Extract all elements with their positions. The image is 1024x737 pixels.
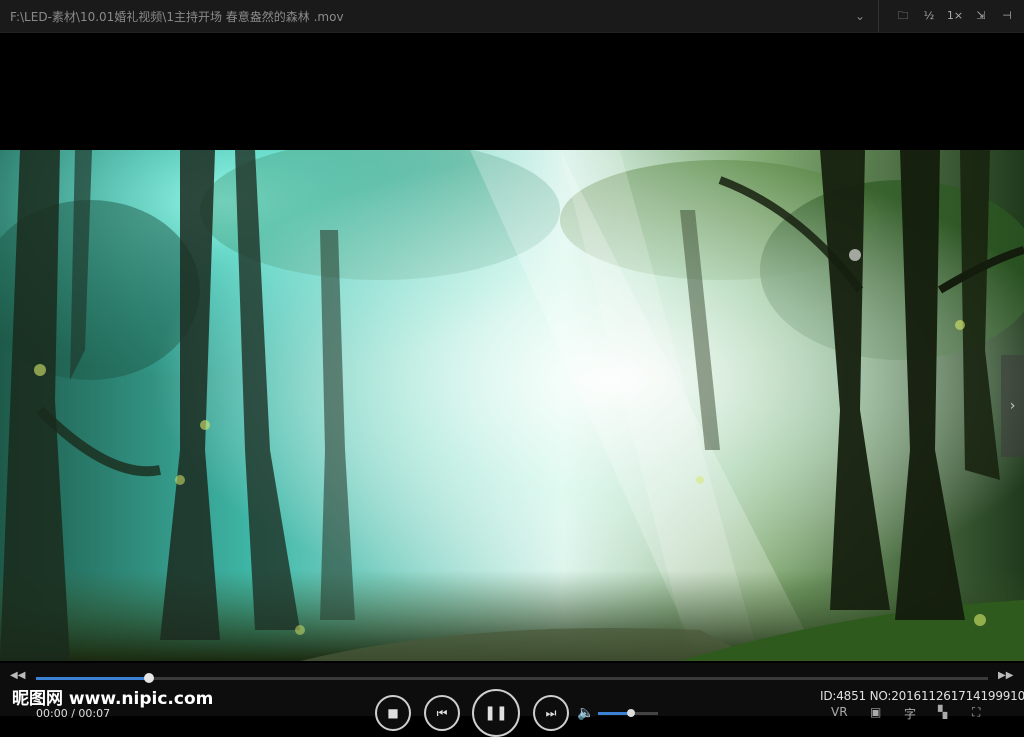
pin-icon[interactable]: ⊣	[997, 7, 1017, 25]
volume-icon[interactable]: 🔈	[577, 705, 594, 721]
title-divider	[878, 0, 879, 32]
stop-button[interactable]: ■	[375, 695, 411, 731]
fullscreen-icon[interactable]: ⛶	[972, 705, 980, 720]
next-icon: ⏭	[545, 705, 557, 720]
skip-back-icon[interactable]: ◀◀	[10, 670, 25, 681]
title-bar: F:\LED-素材\10.01婚礼视频\1主持开场 春意盎然的森林 .mov ⌄…	[0, 0, 1024, 33]
vr-button[interactable]: VR	[831, 705, 848, 719]
subtitle-button[interactable]: 字	[904, 705, 916, 722]
half-icon[interactable]: ½	[919, 7, 939, 25]
watermark-logo: 昵图网	[12, 689, 63, 709]
side-panel-toggle-button[interactable]: ›	[1001, 355, 1024, 457]
id-number-text: ID:4851 NO:20161126171419991000	[820, 689, 1024, 703]
folder-icon[interactable]: 🗀	[893, 7, 913, 25]
one-x-icon[interactable]: 1×	[945, 7, 965, 25]
progress-fill	[36, 677, 150, 680]
screenshot-icon[interactable]: ▣	[870, 705, 881, 719]
next-button[interactable]: ⏭	[533, 695, 569, 731]
chevron-down-icon[interactable]: ⌄	[851, 8, 869, 24]
pause-button[interactable]: ❚❚	[472, 689, 520, 737]
watermark: 昵图网 www.nipic.com	[12, 684, 213, 709]
chevron-right-icon: ›	[1009, 398, 1016, 414]
mini-mode-icon[interactable]: ▚	[938, 705, 947, 719]
volume-slider[interactable]	[598, 709, 658, 717]
export-icon[interactable]: ⇲	[971, 7, 991, 25]
video-frame[interactable]	[0, 150, 1024, 661]
window-title: F:\LED-素材\10.01婚礼视频\1主持开场 春意盎然的森林 .mov	[10, 10, 344, 24]
previous-icon: ⏮	[436, 705, 448, 720]
previous-button[interactable]: ⏮	[424, 695, 460, 731]
video-area[interactable]: ›	[0, 33, 1024, 663]
forest-scene-image	[0, 150, 1024, 661]
pause-icon: ❚❚	[484, 705, 508, 721]
stop-icon: ■	[387, 706, 399, 720]
skip-forward-icon[interactable]: ▶▶	[998, 670, 1013, 681]
progress-handle[interactable]	[144, 673, 155, 683]
progress-bar[interactable]	[36, 673, 988, 683]
watermark-url: www.nipic.com	[68, 689, 214, 709]
